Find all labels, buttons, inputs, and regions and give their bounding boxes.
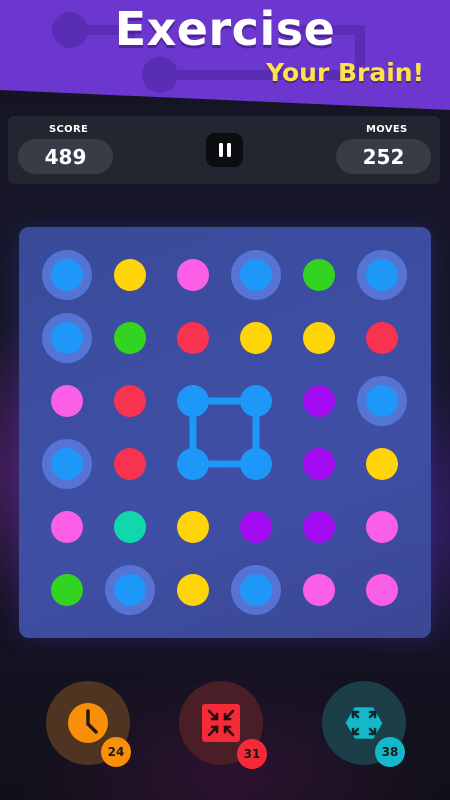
dot-green-r5c0[interactable] (51, 574, 83, 606)
dot-blue-ring-r0c5[interactable] (357, 250, 407, 300)
moves-label: MOVES (366, 124, 408, 135)
dots-grid[interactable] (19, 227, 431, 638)
dot-pink-r0c2[interactable] (177, 259, 209, 291)
score-panel: SCORE 489 MOVES 252 (8, 116, 440, 184)
dot-blue-link-r2c2[interactable] (177, 385, 209, 417)
dot-pink-r5c4[interactable] (303, 574, 335, 606)
dot-yellow-r1c4[interactable] (303, 322, 335, 354)
dot-yellow-r5c2[interactable] (177, 574, 209, 606)
banner-title: Exercise (114, 2, 336, 56)
dot-green-r0c4[interactable] (303, 259, 335, 291)
dot-yellow-r4c2[interactable] (177, 511, 209, 543)
shrink-powerup-button[interactable]: 31 (179, 681, 267, 769)
pause-button[interactable] (206, 133, 243, 167)
score-value: 489 (18, 139, 113, 174)
dot-blue-link-r3c3[interactable] (240, 448, 272, 480)
dot-blue-ring-r5c1[interactable] (105, 565, 155, 615)
dot-blue-ring-r1c0[interactable] (42, 313, 92, 363)
banner-subtitle: Your Brain! (266, 58, 424, 87)
dot-pink-r4c0[interactable] (51, 511, 83, 543)
score-label: SCORE (49, 124, 89, 135)
dot-pink-r5c5[interactable] (366, 574, 398, 606)
dot-red-r1c2[interactable] (177, 322, 209, 354)
dot-blue-ring-r5c3[interactable] (231, 565, 281, 615)
dot-red-r3c1[interactable] (114, 448, 146, 480)
pause-icon (218, 143, 231, 157)
dot-purple-r4c4[interactable] (303, 511, 335, 543)
game-board[interactable] (19, 227, 431, 638)
dot-blue-link-r2c3[interactable] (240, 385, 272, 417)
dot-red-r2c1[interactable] (114, 385, 146, 417)
header-banner: Exercise Your Brain! (0, 0, 450, 115)
expand-count-badge: 38 (375, 737, 405, 767)
dot-blue-ring-r0c3[interactable] (231, 250, 281, 300)
dot-blue-ring-r2c5[interactable] (357, 376, 407, 426)
dot-blue-link-r3c2[interactable] (177, 448, 209, 480)
dot-red-r1c5[interactable] (366, 322, 398, 354)
dot-green-r1c1[interactable] (114, 322, 146, 354)
dot-purple-r2c4[interactable] (303, 385, 335, 417)
dot-blue-ring-r3c0[interactable] (42, 439, 92, 489)
dot-pink-r4c5[interactable] (366, 511, 398, 543)
dot-pink-r2c0[interactable] (51, 385, 83, 417)
shrink-count-badge: 31 (237, 739, 267, 769)
timer-powerup-button[interactable]: 24 (46, 681, 131, 767)
dot-purple-r4c3[interactable] (240, 511, 272, 543)
timer-count-badge: 24 (101, 737, 131, 767)
expand-powerup-button[interactable]: 38 (322, 681, 406, 767)
dot-yellow-r3c5[interactable] (366, 448, 398, 480)
dot-yellow-r1c3[interactable] (240, 322, 272, 354)
dot-teal-r4c1[interactable] (114, 511, 146, 543)
dot-purple-r3c4[interactable] (303, 448, 335, 480)
moves-value: 252 (336, 139, 431, 174)
dot-yellow-r0c1[interactable] (114, 259, 146, 291)
dot-blue-ring-r0c0[interactable] (42, 250, 92, 300)
